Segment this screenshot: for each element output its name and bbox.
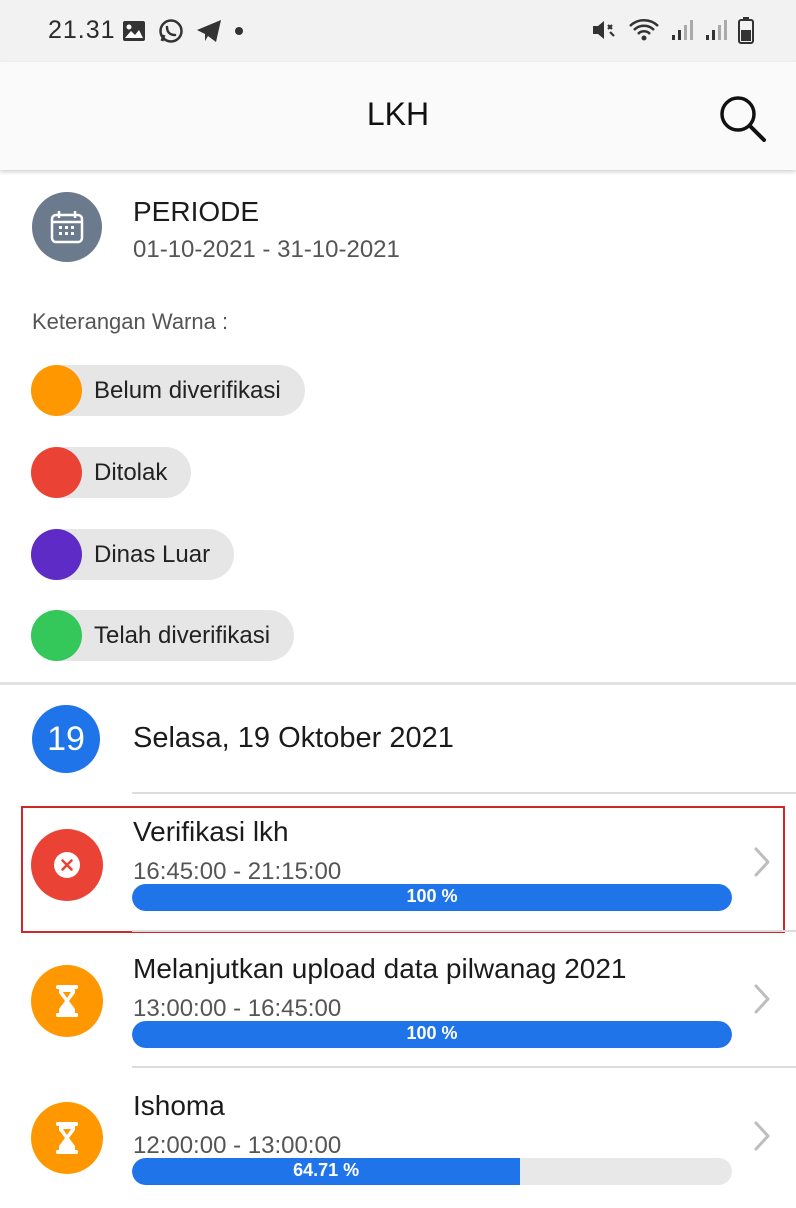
progress-label: 100 % — [406, 1023, 458, 1043]
item-separator — [132, 930, 796, 932]
legend-item-label: Belum diverifikasi — [94, 376, 281, 404]
status-bar: 21.31 — [0, 0, 796, 62]
legend-item-ditolak: Ditolak — [31, 447, 192, 498]
legend-dot-red — [31, 447, 82, 498]
progress-label: 64.71 % — [293, 1160, 360, 1180]
signal-icon — [672, 20, 693, 40]
legend-item-belum-diverifikasi: Belum diverifikasi — [31, 365, 305, 416]
legend-label: Keterangan Warna : — [32, 309, 229, 334]
telegram-icon — [197, 20, 221, 42]
day-badge: 19 — [32, 705, 100, 773]
item-separator — [132, 792, 796, 794]
legend-dot-purple — [31, 529, 82, 580]
legend-item-label: Telah diverifikasi — [94, 621, 271, 649]
app-bar: LKH — [0, 62, 796, 170]
chevron-right-icon — [754, 984, 770, 1014]
mute-vibrate-icon — [593, 21, 615, 39]
legend-dot-orange — [31, 365, 82, 416]
hourglass-icon — [56, 1122, 78, 1154]
legend-item-label: Ditolak — [94, 458, 168, 486]
dot-icon — [235, 27, 243, 35]
signal-icon — [706, 20, 727, 40]
image-icon — [123, 21, 145, 41]
activity-item-ishoma[interactable]: Ishoma 12:00:00 - 13:00:00 64.71 % — [0, 1078, 796, 1208]
search-icon[interactable] — [716, 92, 768, 144]
status-time: 21.31 — [48, 16, 116, 44]
calendar-icon — [50, 211, 84, 244]
activity-item-upload-data[interactable]: Melanjutkan upload data pilwanag 2021 13… — [0, 941, 796, 1071]
progress-bar: 64.71 % — [132, 1158, 732, 1185]
activity-time: 13:00:00 - 16:45:00 — [133, 995, 342, 1022]
calendar-icon-circle — [32, 192, 102, 262]
chevron-right-icon — [754, 1121, 770, 1151]
progress-bar: 100 % — [132, 1021, 732, 1048]
status-circle-pending — [31, 1102, 103, 1174]
hourglass-icon — [56, 985, 78, 1017]
activity-title: Ishoma — [133, 1090, 225, 1121]
periode-range: 01-10-2021 - 31-10-2021 — [133, 236, 400, 263]
page-title: LKH — [366, 96, 430, 132]
legend-item-label: Dinas Luar — [94, 540, 211, 568]
selection-highlight — [21, 806, 785, 933]
wifi-icon — [629, 19, 659, 41]
periode-section[interactable]: PERIODE 01-10-2021 - 31-10-2021 — [0, 172, 796, 292]
legend-item-telah-diverifikasi: Telah diverifikasi — [31, 610, 295, 661]
item-separator — [132, 1066, 796, 1068]
status-circle-pending — [31, 965, 103, 1037]
date-text: Selasa, 19 Oktober 2021 — [133, 722, 454, 754]
legend-dot-green — [31, 610, 82, 661]
date-header: 19 Selasa, 19 Oktober 2021 — [0, 686, 796, 792]
activity-title: Melanjutkan upload data pilwanag 2021 — [133, 953, 627, 984]
periode-title: PERIODE — [133, 196, 260, 227]
whatsapp-icon — [159, 19, 183, 43]
legend-item-dinas-luar: Dinas Luar — [31, 529, 235, 580]
battery-icon — [738, 17, 754, 44]
activity-time: 12:00:00 - 13:00:00 — [133, 1132, 342, 1159]
section-divider — [0, 682, 796, 685]
